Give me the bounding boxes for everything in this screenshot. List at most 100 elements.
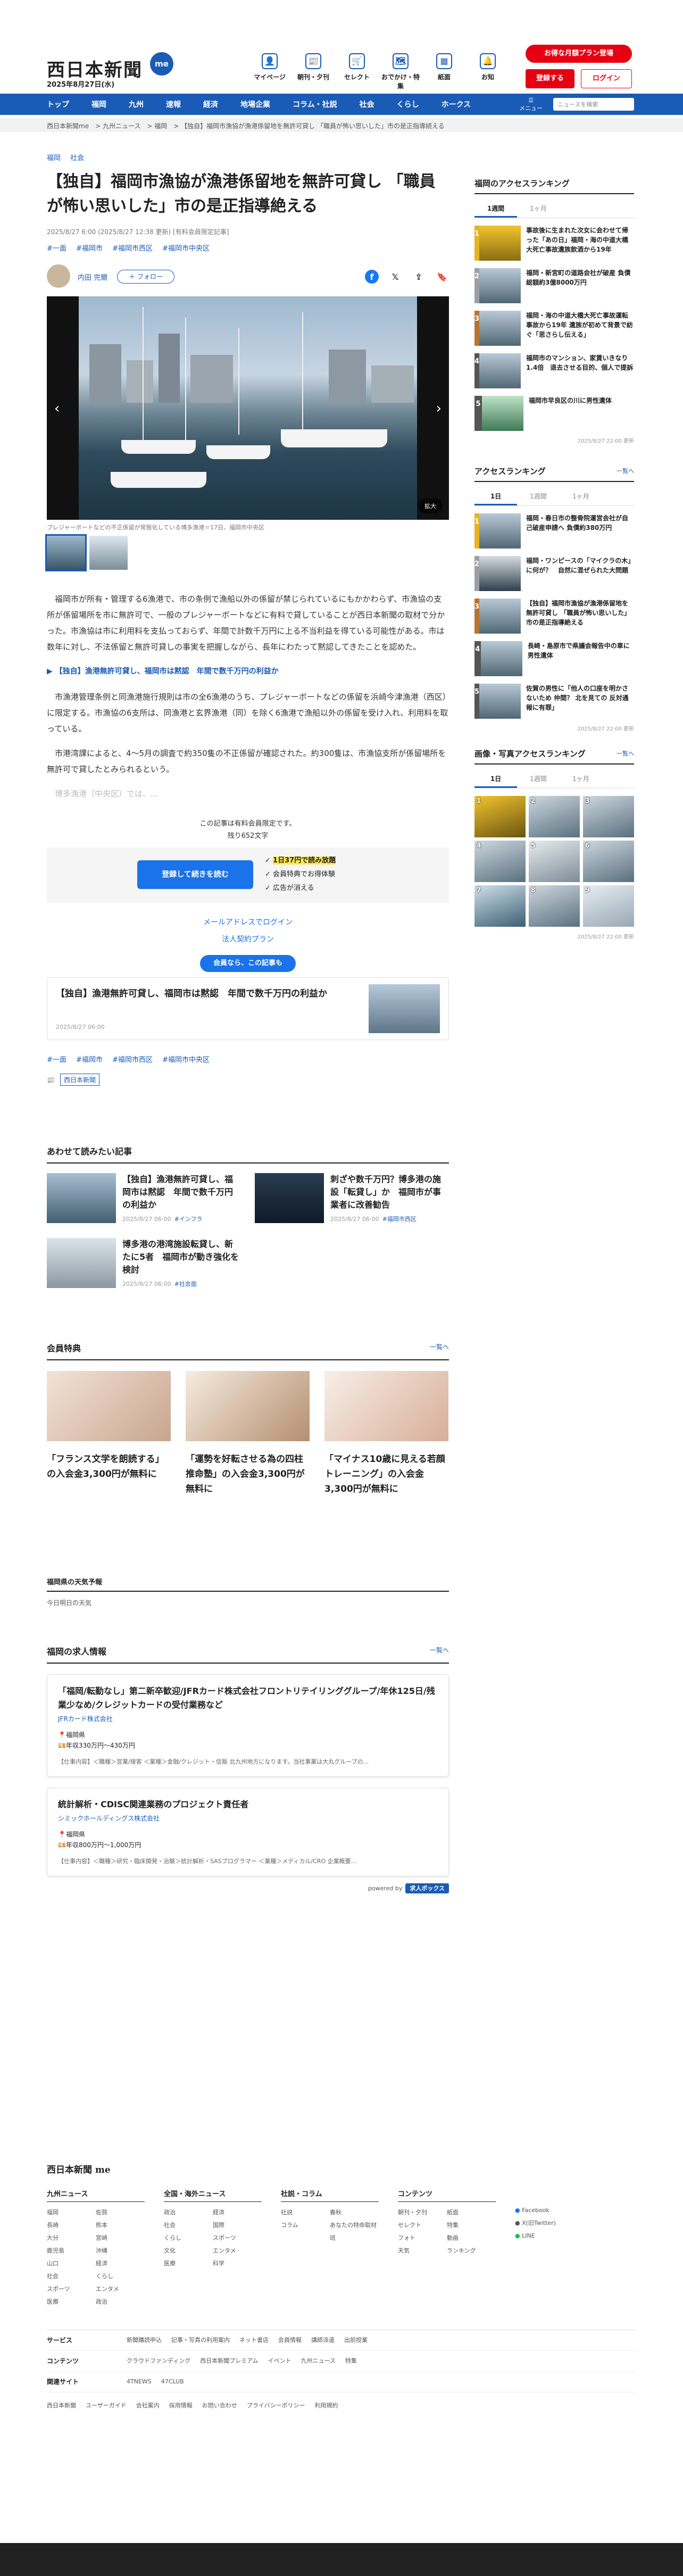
footer-link[interactable]: 大分 (47, 2232, 96, 2245)
tag-link[interactable]: #福岡市中央区 (162, 1056, 210, 1064)
tag-link[interactable]: #一面 (47, 245, 66, 253)
footer-link[interactable]: 天気 (398, 2245, 447, 2257)
footer-link[interactable]: 採用情報 (169, 2401, 193, 2409)
access-more-link[interactable]: 一覧へ (617, 467, 634, 475)
outing-link[interactable]: 🗺 おでかけ・特集 (379, 53, 422, 90)
footer-link[interactable]: セレクト (398, 2219, 447, 2232)
x-link[interactable]: ● X(旧Twitter) (515, 2217, 556, 2230)
follow-button[interactable]: ＋ フォロー (117, 270, 174, 284)
footer-link[interactable]: お問い合わせ (202, 2401, 237, 2409)
footer-link[interactable]: 4TNEWS (127, 2378, 152, 2385)
footer-link[interactable]: コラム (281, 2219, 330, 2245)
breadcrumb-item[interactable]: 西日本新聞me (47, 122, 89, 130)
tab-1day[interactable]: 1日 (474, 488, 517, 505)
footer-link[interactable]: 出前授業 (344, 2337, 368, 2344)
rank-item[interactable]: 3 【独自】福岡市漁協が漁港係留地を無許可貸し 「職員が怖い思いした」市の是正指導… (474, 599, 634, 634)
zoom-button[interactable]: 拡大 (418, 498, 443, 513)
register-button[interactable]: 登録する (526, 69, 574, 88)
footer-link[interactable]: 沖縄 (96, 2245, 145, 2257)
next-arrow-icon[interactable]: › (436, 401, 442, 417)
photo-rank-item[interactable]: 6 (583, 841, 634, 882)
prev-arrow-icon[interactable]: ‹ (54, 401, 60, 417)
related-item[interactable]: 博多港の港湾施設転貸し、新たに5者 福岡市が動き強化を検討 2025/8/27 0… (47, 1238, 241, 1288)
job-card[interactable]: 統計解析・CDISC関連業務のプロジェクト責任者 シミックホールディングス株式会… (47, 1788, 449, 1876)
nav-breaking[interactable]: 速報 (166, 99, 181, 110)
footer-link[interactable]: 特集 (447, 2219, 496, 2232)
footer-link[interactable]: ネット書店 (239, 2337, 269, 2344)
corporate-plan-link[interactable]: 法人契約プラン (47, 934, 449, 944)
footer-link[interactable]: 動画 (447, 2232, 496, 2245)
photo-rank-item[interactable]: 1 (474, 796, 526, 837)
tab-1week[interactable]: 1週間 (517, 488, 560, 505)
photo-rank-item[interactable]: 7 (474, 885, 526, 927)
footer-link[interactable]: 医療 (47, 2296, 96, 2308)
rank-item[interactable]: 3 福岡・海の中道大橋大死亡事故運転事故から19年 遺族が初めて背景で紡ぐ「思さら… (474, 311, 634, 346)
member-more-link[interactable]: 一覧へ (430, 1342, 449, 1351)
footer-link[interactable]: イベント (268, 2357, 291, 2364)
footer-link[interactable]: 医療 (164, 2257, 213, 2270)
tab-1day[interactable]: 1日 (474, 771, 517, 788)
nav-column[interactable]: コラム・社説 (293, 99, 337, 110)
footer-link[interactable]: スポーツ (213, 2232, 262, 2245)
tag-link[interactable]: #一面 (47, 1056, 66, 1064)
thumbnail[interactable] (45, 534, 87, 571)
rank-item[interactable]: 4 長崎・島原市で県議会報告中の車に男性遺体 (474, 641, 634, 676)
line-link[interactable]: ● LINE (515, 2230, 556, 2242)
footer-link[interactable]: 政治 (96, 2296, 145, 2308)
rank-item[interactable]: 5 佐賀の男性に「他人の口座を明かさないため 仲間？ 北を見ての 反対通報に有罪」 (474, 684, 634, 719)
nav-life[interactable]: くらし (397, 99, 419, 110)
photo-rank-item[interactable]: 8 (529, 885, 580, 927)
footer-logo[interactable]: 西日本新聞 me (47, 2162, 683, 2175)
footer-link[interactable]: エンタメ (213, 2245, 262, 2257)
facebook-icon[interactable]: f (365, 270, 379, 284)
paper-link[interactable]: ▦ 紙面 (422, 53, 466, 90)
footer-link[interactable]: フォト (398, 2232, 447, 2245)
footer-link[interactable]: 九州ニュース (301, 2357, 335, 2364)
footer-link[interactable]: 紙面 (447, 2206, 496, 2219)
rank-item[interactable]: 4 福岡市のマンション、家賃いきなり1.4倍 退去させる目的、個人で提訴 (474, 353, 634, 388)
tag-link[interactable]: #福岡市中央区 (162, 245, 210, 253)
footer-link[interactable]: 経済 (213, 2206, 262, 2219)
email-login-link[interactable]: メールアドレスでログイン (47, 917, 449, 927)
rank-item[interactable]: 5 福岡市早良区の川に男性遺体 (474, 396, 634, 431)
footer-link[interactable]: 利用規約 (315, 2401, 338, 2409)
jobs-more-link[interactable]: 一覧へ (430, 1646, 449, 1655)
footer-link[interactable]: 福岡 (47, 2206, 96, 2219)
nav-hawks[interactable]: ホークス (442, 99, 471, 110)
footer-link[interactable]: 山口 (47, 2257, 96, 2270)
tab-1month[interactable]: 1ヶ月 (560, 488, 602, 505)
photo-rank-item[interactable]: 4 (474, 841, 526, 882)
footer-link[interactable]: 会員情報 (278, 2337, 302, 2344)
member-card[interactable]: 「フランス文学を朗読する」の入会金3,300円が無料に (47, 1371, 171, 1497)
footer-link[interactable]: 鹿児島 (47, 2245, 96, 2257)
rank-item[interactable]: 2 福岡・新宮町の道路会社が破産 負債総額約3億8000万円 (474, 268, 634, 303)
footer-link[interactable]: 記事・写真の利用案内 (171, 2337, 230, 2344)
tag-link[interactable]: #福岡市西区 (112, 1056, 153, 1064)
author-avatar[interactable] (47, 264, 70, 288)
photo-rank-item[interactable]: 3 (583, 796, 634, 837)
footer-link[interactable]: 会社案内 (136, 2401, 160, 2409)
tab-1week[interactable]: 1週間 (517, 771, 560, 788)
thumbnail[interactable] (89, 536, 128, 570)
photo-rank-item[interactable]: 2 (529, 796, 580, 837)
member-card[interactable]: 「運勢を好転させる為の四柱推命塾」の入会金3,300円が無料に (186, 1371, 310, 1497)
footer-link[interactable]: 文化 (164, 2245, 213, 2257)
mypage-link[interactable]: 👤 マイページ (248, 53, 291, 90)
facebook-link[interactable]: ● Facebook (515, 2204, 556, 2217)
jobbox-logo[interactable]: 求人ボックス (405, 1883, 449, 1893)
footer-link[interactable]: 科学 (213, 2257, 262, 2270)
notice-link[interactable]: 🔔 お知 (466, 53, 510, 90)
related-item[interactable]: 【独自】漁港無許可貸し、福岡市は黙認 年間で数千万円の利益か 2025/8/27 … (47, 1173, 241, 1223)
footer-link[interactable]: 宮崎 (96, 2232, 145, 2245)
login-button[interactable]: ログイン (581, 69, 632, 88)
subscribe-button[interactable]: 登録して続きを読む (137, 860, 253, 889)
footer-link[interactable]: 春秋 (330, 2206, 379, 2219)
photo-rank-item[interactable]: 9 (583, 885, 634, 927)
footer-link[interactable]: 新聞購読申込 (127, 2337, 162, 2344)
tab-1month[interactable]: 1ヶ月 (517, 201, 560, 218)
footer-link[interactable]: ユーザーガイド (86, 2401, 127, 2409)
footer-link[interactable]: クラウドファンディング (127, 2357, 190, 2364)
x-icon[interactable]: 𝕏 (388, 270, 402, 284)
footer-link[interactable]: 西日本新聞 (47, 2401, 76, 2409)
footer-link[interactable]: 47CLUB (161, 2378, 184, 2385)
